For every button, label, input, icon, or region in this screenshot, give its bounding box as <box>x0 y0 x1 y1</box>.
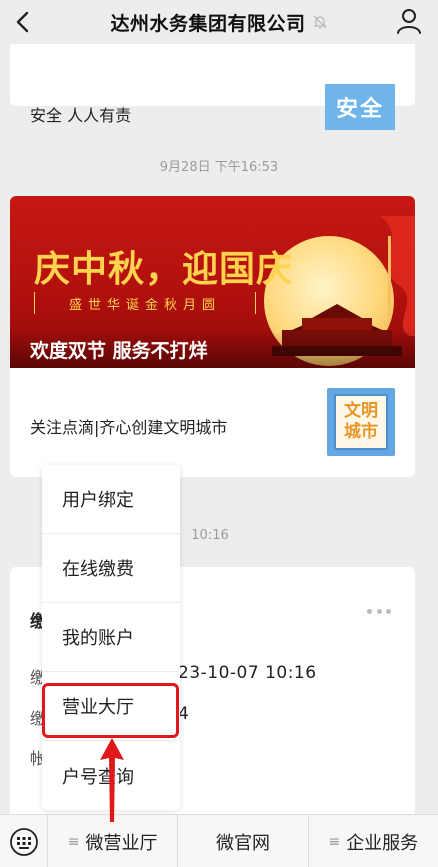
banner-subtitle: 盛世华诞金秋月圆 <box>34 292 256 314</box>
more-options-icon[interactable] <box>367 609 391 617</box>
bottom-menu-business-hall[interactable]: ≡ 微营业厅 <box>48 815 179 867</box>
article-title: 安全 人人有责 <box>30 106 132 125</box>
keyboard-icon <box>9 827 38 856</box>
menu-item-bind-user[interactable]: 用户绑定 <box>42 465 180 534</box>
timestamp: 9月28日 下午16:53 <box>159 160 279 175</box>
article-thumbnail: 文明 城市 <box>327 388 395 456</box>
bottom-menu-label: 微营业厅 <box>85 832 158 854</box>
article-thumbnail: 安全 <box>325 84 395 130</box>
keyboard-toggle-button[interactable] <box>0 815 48 867</box>
thumbnail-text: 文明 <box>344 401 378 421</box>
mute-bell-icon <box>313 15 326 29</box>
user-profile-icon[interactable] <box>394 6 424 36</box>
article-card-safety[interactable]: 安全 人人有责 安全 <box>10 44 415 130</box>
menu-item-business-hall[interactable]: 营业大厅 <box>42 672 180 741</box>
red-arrow-icon <box>100 738 124 822</box>
article-card-festival[interactable]: 庆中秋，迎国庆 盛世华诞金秋月圆 欢度双节 服务不打烊 关注点滴|齐心创建文明城… <box>10 196 415 477</box>
notice-row-value: 23-10-07 10:16 <box>178 663 317 683</box>
banner-caption: 欢度双节 服务不打烊 <box>30 340 208 362</box>
back-icon[interactable] <box>10 8 38 36</box>
thumbnail-text: 城市 <box>344 422 378 442</box>
banner-title: 庆中秋，迎国庆 <box>34 248 294 290</box>
title-group: 达州水务集团有限公司 <box>110 9 327 36</box>
menu-lines-icon: ≡ <box>328 833 341 850</box>
flag-ribbon-icon <box>380 216 415 336</box>
menu-item-my-account[interactable]: 我的账户 <box>42 603 180 672</box>
page-title: 达州水务集团有限公司 <box>110 12 306 35</box>
festival-banner[interactable]: 庆中秋，迎国庆 盛世华诞金秋月圆 欢度双节 服务不打烊 <box>10 196 415 368</box>
menu-item-online-payment[interactable]: 在线缴费 <box>42 534 180 603</box>
bottom-menu-bar: ≡ 微营业厅 微官网 ≡ 企业服务 <box>0 814 438 867</box>
banner-caption-bar: 欢度双节 服务不打烊 <box>10 330 415 368</box>
timestamp: 10:16 <box>191 528 229 543</box>
bottom-menu-label: 企业服务 <box>346 832 419 854</box>
bottom-menu-label: 微官网 <box>215 832 270 854</box>
bottom-menu-official-site[interactable]: 微官网 <box>178 815 309 867</box>
article-title: 关注点滴|齐心创建文明城市 <box>30 418 228 437</box>
menu-lines-icon: ≡ <box>67 833 80 850</box>
chat-header: 达州水务集团有限公司 <box>0 0 438 44</box>
bottom-menu-enterprise-service[interactable]: ≡ 企业服务 <box>309 815 438 867</box>
